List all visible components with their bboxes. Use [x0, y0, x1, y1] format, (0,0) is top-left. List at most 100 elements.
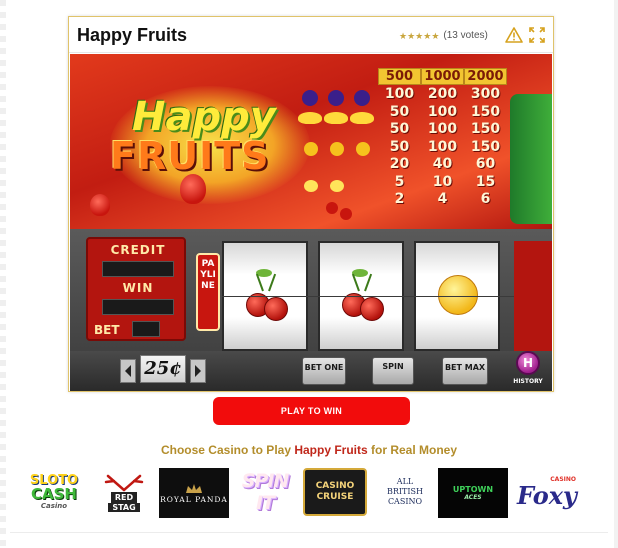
casino-logo-royal-panda[interactable]: ROYAL PANDA	[159, 468, 229, 518]
history-button[interactable]: H HISTORY	[510, 351, 546, 387]
casino-logo-casino-cruise[interactable]: CASINO CRUISE	[303, 468, 367, 516]
strawberry-icon	[90, 194, 110, 216]
plum-bottle-decoration	[510, 94, 552, 224]
game-title: Happy Fruits	[77, 25, 188, 45]
pay-table-cell: 2	[394, 191, 405, 208]
pay-table-cell: 5	[394, 173, 405, 190]
bet-one-button[interactable]: BET ONE	[302, 357, 346, 385]
slot-reels-panel: CREDIT WIN BET PAYLINE 25¢ BET ONE SPIN …	[70, 229, 552, 391]
pay-table-row: 5 10 15	[378, 173, 508, 191]
choose-casino-game-link[interactable]: Happy Fruits	[294, 443, 367, 457]
warning-triangle-icon[interactable]	[505, 27, 523, 43]
pay-table-cell: 4	[437, 191, 448, 208]
antlers-icon	[104, 474, 144, 492]
credit-label: CREDIT	[110, 243, 166, 257]
banana-icon	[324, 112, 348, 124]
sun-icon	[356, 142, 370, 156]
cherry-icon	[360, 297, 384, 321]
casino-logo-sloto-cash[interactable]: SLOTO CASH Casino	[24, 466, 84, 518]
all-british-line1: ALL	[396, 477, 414, 486]
all-british-line3: CASINO	[387, 497, 423, 506]
cherry-stem-icon	[364, 273, 373, 292]
pay-table-cell: 60	[475, 156, 496, 173]
cherry-icon	[340, 208, 352, 220]
pay-table-cell: 100	[427, 121, 458, 138]
pay-table-row: 50 100 150	[378, 121, 508, 139]
page-edge-left	[0, 0, 6, 548]
sun-icon	[304, 142, 318, 156]
banana-icon	[298, 112, 322, 124]
pay-table-cell: 50	[389, 103, 410, 120]
slot-game-screen[interactable]: Happy FRUITS 500 1000 2000 100 200 300 5…	[70, 54, 552, 391]
star-icon[interactable]: ★	[415, 31, 423, 41]
casino-logo-red-stag[interactable]: RED STAG	[90, 466, 158, 518]
crown-icon	[186, 483, 202, 493]
control-row: 25¢ BET ONE SPIN BET MAX H HISTORY	[70, 351, 552, 391]
plum-icon	[328, 90, 344, 106]
win-value	[102, 299, 174, 315]
pay-table-cell: 40	[432, 156, 453, 173]
pay-table-row: 100 200 300	[378, 86, 508, 104]
cherry-icon	[326, 202, 338, 214]
pay-table-cell: 6	[480, 191, 491, 208]
plum-icon	[302, 90, 318, 106]
play-to-win-button[interactable]: PLAY TO WIN	[213, 397, 410, 425]
coin-decrease-button[interactable]	[120, 359, 136, 383]
red-stag-line1: RED	[110, 492, 138, 503]
star-icon[interactable]: ★	[407, 31, 415, 41]
spin-it-line1: SPIN IT	[241, 470, 290, 514]
cherry-icon	[264, 297, 288, 321]
payline-tab: PAYLINE	[196, 253, 220, 331]
sloto-cash-line2: CASH	[31, 485, 77, 503]
pay-table-cell: 50	[389, 121, 410, 138]
foxy-line1: Foxy	[517, 480, 577, 510]
pay-table-cell: 300	[470, 86, 501, 103]
lemon-icon	[304, 180, 318, 192]
star-icon[interactable]: ★	[431, 31, 439, 41]
bet-max-button[interactable]: BET MAX	[442, 357, 488, 385]
coin-increase-button[interactable]	[190, 359, 206, 383]
rating-stars[interactable]: ★ ★ ★ ★ ★	[399, 31, 439, 41]
pay-table-header-cell: 500	[378, 68, 421, 86]
rating[interactable]: ★ ★ ★ ★ ★ (13 votes)	[399, 30, 488, 41]
pay-table-header-cell: 1000	[421, 68, 464, 86]
all-british-line2: BRITISH	[386, 487, 423, 496]
spin-button[interactable]: SPIN	[372, 357, 414, 385]
casino-logo-uptown-aces[interactable]: UPTOWN ACES	[438, 468, 508, 518]
credit-value	[102, 261, 174, 277]
pay-table: 500 1000 2000 100 200 300 50 100 150 50 …	[296, 68, 508, 226]
win-label: WIN	[122, 281, 154, 295]
history-icon: H	[516, 351, 540, 375]
bottom-divider	[10, 532, 608, 533]
casino-logo-all-british[interactable]: ALL BRITISH CASINO	[374, 466, 436, 518]
pay-table-cell: 200	[427, 86, 458, 103]
lemon-icon	[330, 180, 344, 192]
pay-table-row: 50 100 150	[378, 138, 508, 156]
star-icon[interactable]: ★	[399, 31, 407, 41]
choose-casino-suffix: for Real Money	[367, 443, 458, 457]
bet-label: BET	[94, 323, 120, 337]
pay-table-cell: 100	[427, 103, 458, 120]
star-icon[interactable]: ★	[423, 31, 431, 41]
red-stag-line2: STAG	[108, 503, 140, 512]
casino-logo-spin-it[interactable]: SPIN IT	[233, 466, 297, 518]
game-header: Happy Fruits ★ ★ ★ ★ ★ (13 votes)	[69, 17, 553, 53]
casino-logo-foxy[interactable]: CASINO Foxy	[512, 466, 582, 518]
history-label: HISTORY	[513, 378, 543, 385]
pay-table-cell: 150	[470, 121, 501, 138]
bet-value	[132, 321, 160, 337]
pay-table-cell: 20	[389, 156, 410, 173]
reel-side-strip	[514, 241, 552, 351]
arrow-right-icon	[195, 365, 201, 377]
pay-table-cell: 150	[470, 103, 501, 120]
pay-table-row: 50 100 150	[378, 103, 508, 121]
pay-table-row: 2 4 6	[378, 191, 508, 209]
uptown-aces-line2: ACES	[464, 494, 482, 501]
game-logo-fruits: FRUITS	[110, 134, 270, 178]
pay-table-row: 20 40 60	[378, 156, 508, 174]
fullscreen-icon[interactable]	[529, 27, 545, 43]
votes-count: (13 votes)	[443, 30, 488, 41]
pay-table-cell: 10	[432, 173, 453, 190]
pay-table-cell: 15	[475, 173, 496, 190]
casino-cruise-line1: CASINO	[315, 481, 355, 491]
